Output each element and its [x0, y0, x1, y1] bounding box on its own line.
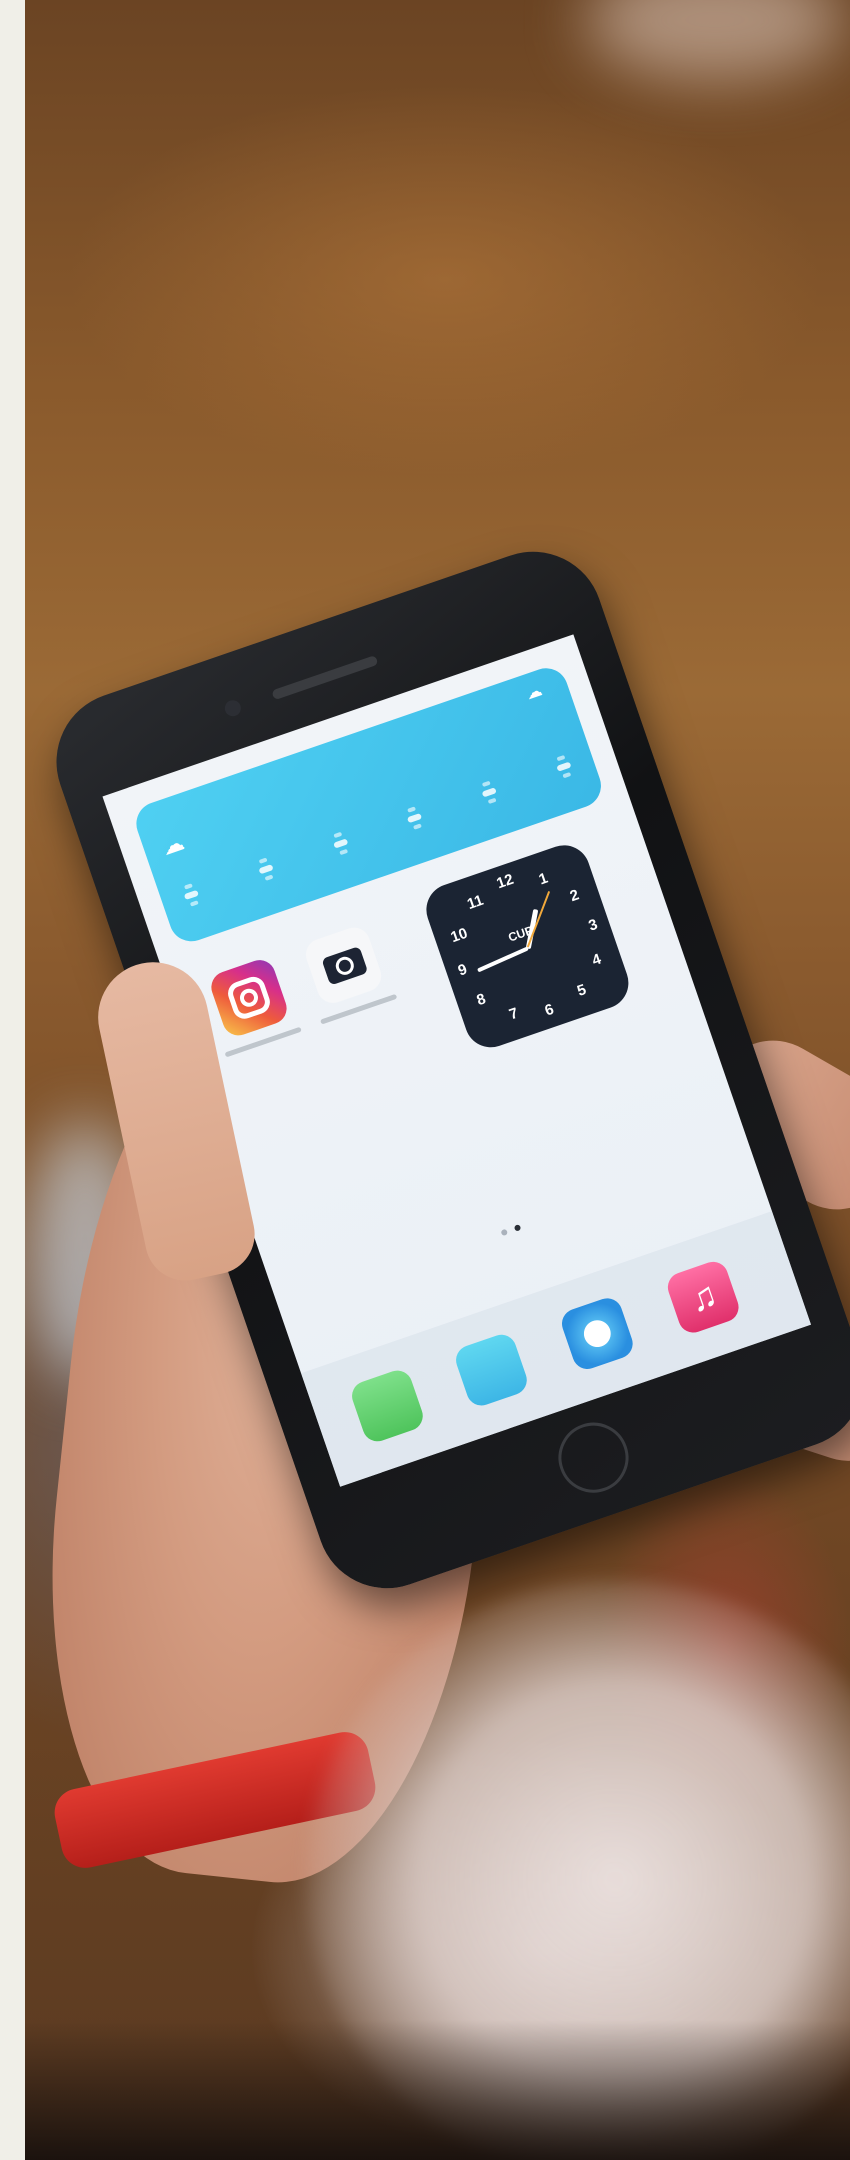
- weather-city-placeholder: [149, 815, 156, 827]
- clock-number: 4: [589, 950, 604, 970]
- minute-hand: [476, 946, 529, 973]
- forecast-hour: [325, 829, 361, 875]
- clock-number: 6: [542, 1000, 557, 1020]
- forecast-hour: [549, 752, 585, 798]
- cloud-icon: ☁: [523, 682, 545, 704]
- clock-number: 3: [586, 915, 600, 935]
- page-dot: [500, 1228, 509, 1237]
- forecast-hour: [251, 855, 287, 901]
- safari-icon[interactable]: [557, 1294, 637, 1374]
- bottom-shadow: [25, 2020, 850, 2160]
- clock-number: 2: [567, 886, 582, 906]
- forecast-hour: [400, 804, 436, 850]
- clock-number: 11: [464, 891, 486, 914]
- clock-number: 9: [455, 960, 470, 980]
- background-blur: [585, 0, 845, 80]
- page-dot-active: [513, 1224, 522, 1232]
- music-icon[interactable]: ♫: [663, 1257, 743, 1337]
- mail-icon[interactable]: [452, 1330, 531, 1410]
- clock-number: 10: [448, 924, 470, 947]
- camera-icon[interactable]: [301, 923, 386, 1008]
- front-camera-icon: [222, 698, 244, 719]
- forecast-hour: [176, 881, 212, 927]
- photo-scene: ☁ ☁ 12 1 2 3 4 5 6 7 8 9 10 11 CUP ♫: [25, 0, 850, 2160]
- home-button[interactable]: [548, 1413, 638, 1503]
- clock-widget[interactable]: 12 1 2 3 4 5 6 7 8 9 10 11 CUP: [419, 838, 636, 1055]
- dock: ♫: [301, 1211, 812, 1487]
- page-indicator[interactable]: [500, 1224, 522, 1237]
- phone-icon[interactable]: [348, 1366, 427, 1446]
- instagram-icon[interactable]: [207, 955, 291, 1040]
- earpiece-speaker: [271, 654, 379, 701]
- clock-number: 12: [494, 870, 516, 893]
- clock-number: 8: [474, 990, 488, 1010]
- cloud-icon: ☁: [158, 829, 188, 861]
- clock-number: 7: [506, 1004, 521, 1024]
- clock-number: 1: [536, 869, 551, 889]
- forecast-hour: [474, 778, 510, 824]
- clock-number: 5: [575, 981, 589, 1000]
